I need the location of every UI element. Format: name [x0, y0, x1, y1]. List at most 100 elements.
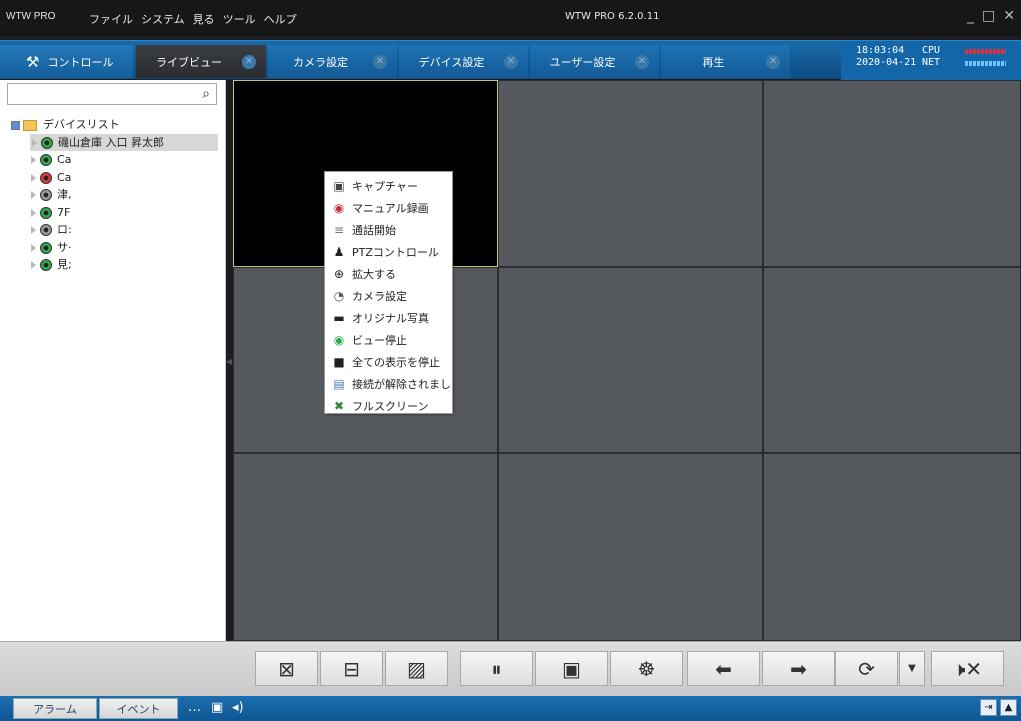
menu-item-label: キャプチャー — [352, 180, 418, 193]
close-tab-icon[interactable]: ✕ — [635, 54, 649, 69]
tab-device-settings[interactable]: デバイス設定 ✕ — [399, 45, 528, 78]
menu-item-fullscreen[interactable]: ✖ フルスクリーン — [325, 395, 452, 417]
search-icon[interactable]: ⌕ — [202, 86, 210, 102]
expand-arrow-icon[interactable] — [31, 261, 36, 269]
disconnect-icon: ▤ — [333, 377, 345, 391]
menu-item-disconnect[interactable]: ▤ 接続が解除されまし — [325, 373, 452, 395]
expand-arrow-icon[interactable] — [32, 138, 37, 147]
menu-item-stop-all[interactable]: ■ 全ての表示を停止 — [325, 351, 452, 373]
device-sidebar: ⌕ デバイスリスト 磯山倉庫 入口 昇太郎 Ca Ca 津, 7F ロ: サ‧ … — [0, 80, 226, 641]
menu-tools[interactable]: ツール — [223, 11, 256, 27]
ptz-wheel-button[interactable]: ☸ — [610, 651, 683, 686]
prev-button[interactable]: ⬅ — [687, 651, 760, 686]
layout-button[interactable]: ⊟ — [320, 651, 383, 686]
video-cell-5[interactable] — [498, 267, 763, 453]
menu-item-ptz-control[interactable]: ♟ PTZコントロール — [325, 241, 452, 263]
close-tab-icon[interactable]: ✕ — [242, 54, 256, 69]
collapse-sidebar-icon[interactable]: ◀ — [226, 357, 232, 366]
close-tab-icon[interactable]: ✕ — [766, 54, 780, 69]
minimize-button[interactable]: _ — [967, 8, 974, 24]
menu-item-capture[interactable]: ▣ キャプチャー — [325, 175, 452, 197]
alarm-button[interactable]: アラーム — [13, 698, 97, 719]
menu-help[interactable]: ヘルプ — [264, 11, 297, 27]
image-icon[interactable]: ▣ — [211, 700, 223, 715]
tree-item-label: 見; — [57, 258, 72, 271]
snapshot-button[interactable]: ▣ — [535, 651, 608, 686]
menu-item-label: 拡大する — [352, 268, 396, 281]
pin-icon[interactable]: ⇥ — [980, 699, 997, 716]
tree-item[interactable]: Ca — [0, 151, 226, 169]
collapse-icon[interactable] — [11, 120, 20, 130]
net-meter — [965, 61, 1006, 66]
menu-item-manual-record[interactable]: ◉ マニュアル録画 — [325, 197, 452, 219]
arrow-left-icon: ⬅ — [715, 656, 732, 681]
expand-arrow-icon[interactable] — [31, 226, 36, 234]
camera-settings-icon: ◔ — [333, 289, 345, 303]
chevron-down-icon: ▼ — [908, 663, 916, 674]
menu-item-label: PTZコントロール — [352, 246, 439, 259]
next-button[interactable]: ➡ — [762, 651, 835, 686]
menu-bar: ファイル システム 見る ツール ヘルプ — [89, 11, 297, 27]
tree-item[interactable]: サ‧ — [0, 239, 226, 257]
refresh-dropdown-button[interactable]: ▼ — [899, 651, 925, 686]
refresh-button[interactable]: ⟳ — [835, 651, 898, 686]
menu-file[interactable]: ファイル — [89, 11, 133, 27]
menu-item-original-photo[interactable]: ▬ オリジナル写真 — [325, 307, 452, 329]
pause-button[interactable]: ⏸ — [460, 651, 533, 686]
stop-all-icon: ■ — [333, 355, 345, 369]
menu-item-start-talk[interactable]: ≡ 通話開始 — [325, 219, 452, 241]
menu-view[interactable]: 見る — [193, 11, 215, 27]
tree-item[interactable]: 見; — [0, 256, 226, 274]
video-cell-2[interactable] — [498, 80, 763, 267]
tab-camera-settings[interactable]: カメラ設定 ✕ — [268, 45, 397, 78]
menu-item-zoom[interactable]: ⊕ 拡大する — [325, 263, 452, 285]
video-cell-8[interactable] — [498, 453, 763, 641]
video-cell-6[interactable] — [763, 267, 1021, 453]
tree-item[interactable]: 7F — [0, 204, 226, 222]
expand-arrow-icon[interactable] — [31, 156, 36, 164]
chat-icon[interactable]: … — [188, 700, 201, 715]
menu-item-stop-view[interactable]: ◉ ビュー停止 — [325, 329, 452, 351]
close-button[interactable]: ✕ — [1003, 8, 1015, 24]
expand-arrow-icon[interactable] — [31, 191, 36, 199]
search-input[interactable] — [8, 84, 188, 104]
tree-item[interactable]: 磯山倉庫 入口 昇太郎 — [30, 133, 218, 151]
tab-live-view[interactable]: ライブビュー ✕ — [136, 45, 266, 78]
close-tab-icon[interactable]: ✕ — [373, 54, 387, 69]
menu-system[interactable]: システム — [141, 11, 185, 27]
tab-label: ライブビュー — [156, 55, 222, 69]
tab-user-settings[interactable]: ユーザー設定 ✕ — [530, 45, 659, 78]
expand-arrow-icon[interactable] — [31, 173, 36, 182]
tree-item[interactable]: ロ: — [0, 221, 226, 239]
collapse-up-icon[interactable]: ▲ — [1000, 699, 1017, 716]
maximize-button[interactable]: □ — [982, 8, 995, 24]
tree-item-label: Ca — [57, 170, 72, 184]
tree-item[interactable]: 津, — [0, 186, 226, 204]
event-button[interactable]: イベント — [99, 698, 178, 719]
expand-arrow-icon[interactable] — [31, 243, 36, 252]
camera-online-icon — [40, 206, 52, 219]
layout-icon: ⊟ — [343, 656, 360, 681]
tab-control[interactable]: ⚒ コントロール — [0, 45, 133, 78]
tab-label: カメラ設定 — [293, 55, 348, 69]
video-cell-3[interactable] — [763, 80, 1021, 267]
record-icon: ◉ — [333, 201, 345, 215]
image-search-button[interactable]: ▨ — [385, 651, 448, 686]
version-label: WTW PRO 6.2.0.11 — [565, 11, 660, 22]
menu-item-label: カメラ設定 — [352, 290, 407, 303]
bottom-toolbar: ⊠ ⊟ ▨ ⏸ ▣ ☸ ⬅ ➡ ⟳ ▼ 🕨✕ — [0, 641, 1021, 696]
camera-icon: ▣ — [562, 656, 581, 681]
mute-button[interactable]: 🕨✕ — [931, 651, 1004, 686]
tree-item[interactable]: Ca — [0, 169, 226, 187]
menu-item-camera-settings[interactable]: ◔ カメラ設定 — [325, 285, 452, 307]
speaker-icon[interactable]: ◂) — [232, 700, 244, 715]
close-tab-icon[interactable]: ✕ — [504, 54, 518, 69]
fullscreen-button[interactable]: ⊠ — [255, 651, 318, 686]
device-tree: デバイスリスト 磯山倉庫 入口 昇太郎 Ca Ca 津, 7F ロ: サ‧ 見; — [0, 116, 226, 274]
system-status: 18:03:04 2020-04-21 CPU NET — [841, 41, 1021, 80]
expand-arrow-icon[interactable] — [31, 208, 36, 217]
tab-playback[interactable]: 再生 ✕ — [661, 45, 790, 78]
video-cell-9[interactable] — [763, 453, 1021, 641]
tree-root[interactable]: デバイスリスト — [0, 116, 226, 134]
video-cell-7[interactable] — [233, 453, 498, 641]
